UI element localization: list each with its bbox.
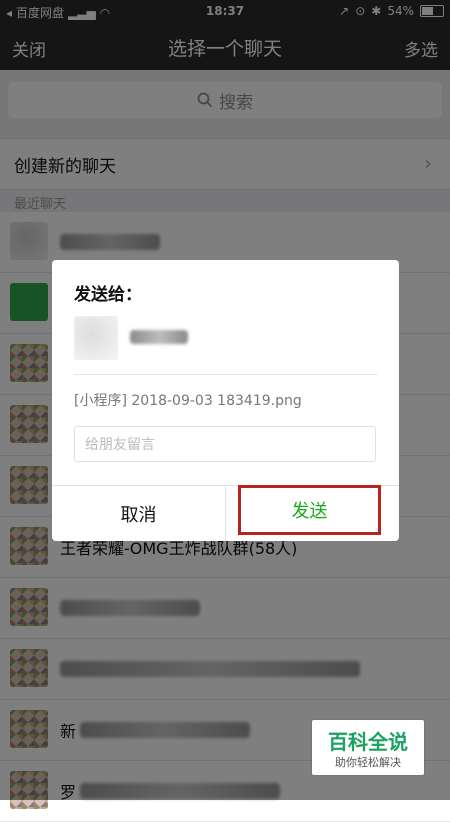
divider <box>225 485 226 541</box>
recipient-avatar <box>74 316 118 360</box>
cancel-button[interactable]: 取消 <box>52 486 225 541</box>
watermark-logo: 百科全说 助你轻松解决 <box>312 720 424 775</box>
recipient-name-blurred <box>130 330 188 344</box>
watermark-title: 百科全说 <box>328 730 408 754</box>
message-placeholder: 给朋友留言 <box>85 437 155 453</box>
message-input[interactable]: 给朋友留言 <box>74 426 376 462</box>
attachment-label: [小程序] 2018-09-03 183419.png <box>74 393 302 409</box>
dialog-title: 发送给： <box>74 285 142 305</box>
send-button[interactable]: 发送 <box>238 485 381 535</box>
watermark-subtitle: 助你轻松解决 <box>335 756 401 769</box>
divider <box>74 374 378 375</box>
